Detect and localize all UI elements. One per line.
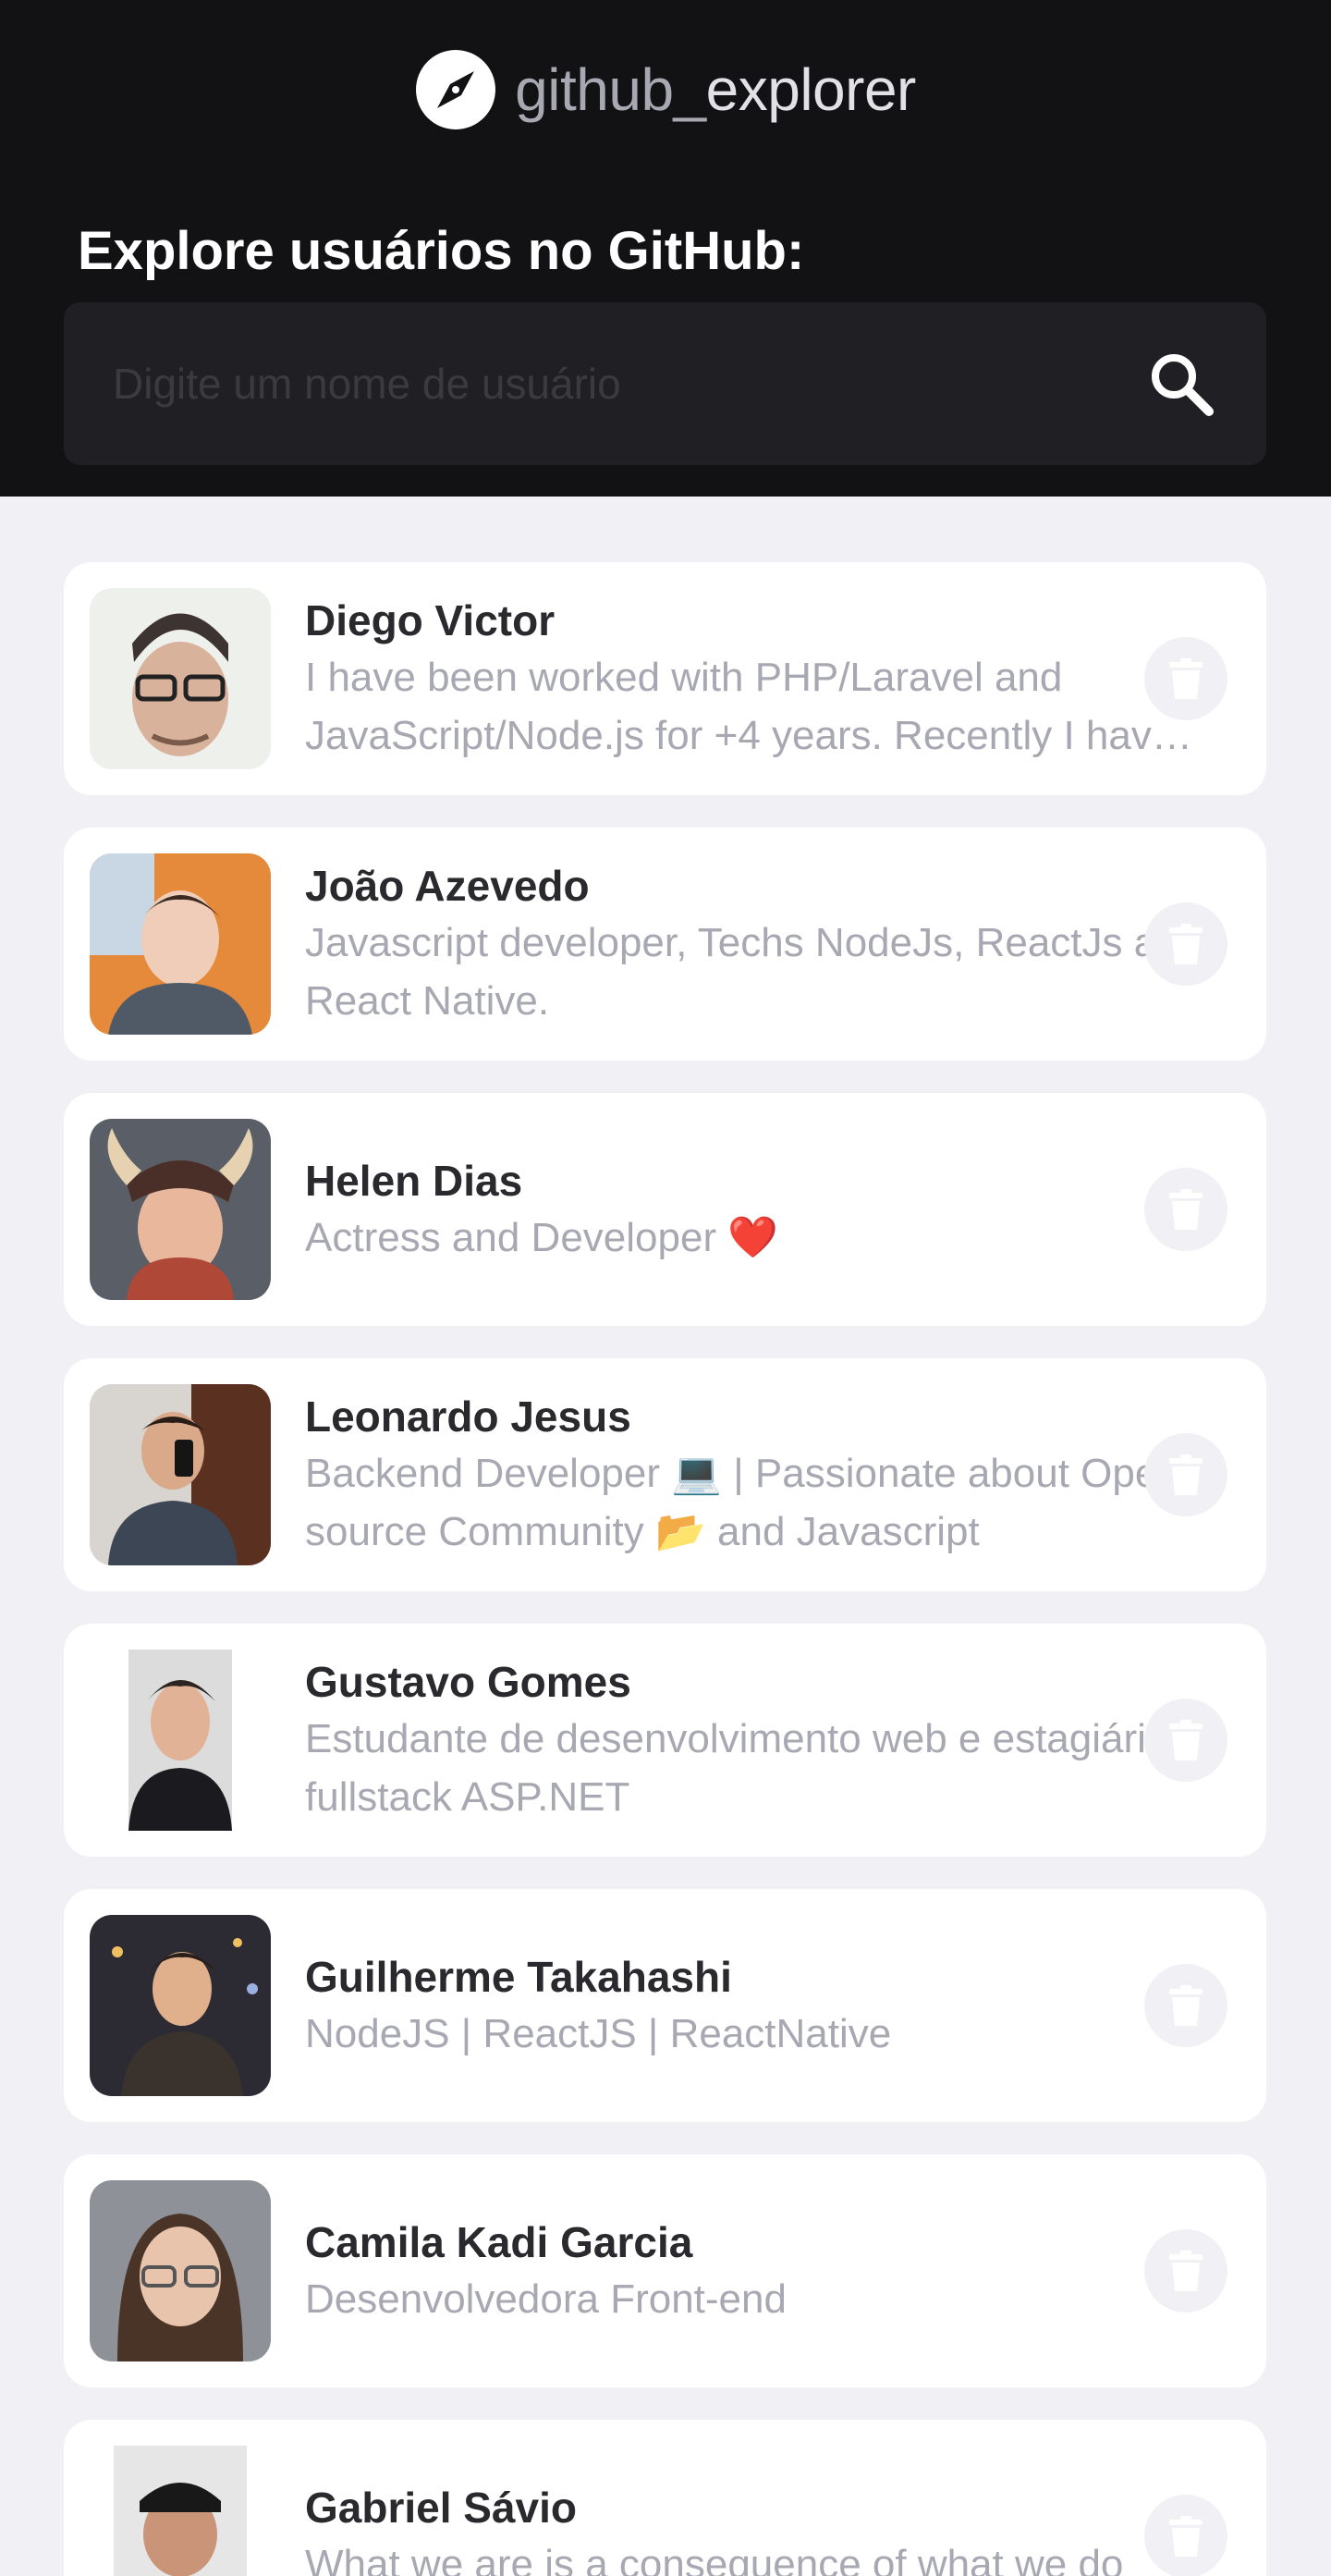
user-card[interactable]: Diego Victor I have been worked with PHP… [64,562,1266,795]
trash-icon [1169,2251,1203,2291]
user-card[interactable]: Guilherme Takahashi NodeJS | ReactJS | R… [64,1889,1266,2122]
compass-icon [416,50,496,129]
delete-button[interactable] [1144,2229,1227,2312]
delete-button[interactable] [1144,2495,1227,2576]
user-bio: Desenvolvedora Front-end [305,2275,787,2322]
user-name: Helen Dias [305,1156,523,1205]
user-bio: Backend Developer 💻 | Passionate about O… [305,1451,1180,1554]
user-card[interactable]: Gustavo Gomes Estudante de desenvolvimen… [64,1624,1266,1857]
brand-name-part1: github_ [515,56,706,123]
brand-name: github_explorer [515,49,916,130]
trash-icon [1169,1720,1203,1760]
avatar [90,1915,271,2096]
user-bio: NodeJS | ReactJS | ReactNative [305,2010,892,2056]
user-info: Guilherme Takahashi NodeJS | ReactJS | R… [305,1889,1211,2122]
user-bio: I have been worked with PHP/Laravel and … [305,655,1175,758]
avatar [90,2446,271,2576]
search-form [64,302,1266,465]
trash-icon [1169,1985,1203,2026]
page-title: Explore usuários no GitHub: [78,221,805,281]
brand: github_explorer [0,49,1331,130]
user-info: Leonardo Jesus Backend Developer 💻 | Pas… [305,1358,1211,1591]
avatar [90,853,271,1035]
user-name: Leonardo Jesus [305,1392,631,1441]
user-name: Gabriel Sávio [305,2483,578,2532]
user-bio: Actress and Developer ❤️ [305,1214,779,1260]
avatar [90,1650,271,1831]
user-card[interactable]: Gabriel Sávio What we are is a consequen… [64,2420,1266,2576]
delete-button[interactable] [1144,637,1227,720]
trash-icon [1169,2516,1203,2557]
user-bio: Javascript developer, Techs NodeJs, Reac… [305,920,1203,1024]
trash-icon [1169,1189,1203,1230]
user-name: Diego Victor [305,596,556,644]
user-info: Camila Kadi Garcia Desenvolvedora Front-… [305,2154,1211,2387]
delete-button[interactable] [1144,1699,1227,1782]
delete-button[interactable] [1144,1964,1227,2047]
user-info: Gustavo Gomes Estudante de desenvolvimen… [305,1624,1211,1857]
user-name: Gustavo Gomes [305,1658,631,1706]
user-name: Camila Kadi Garcia [305,2217,693,2266]
user-card[interactable]: Leonardo Jesus Backend Developer 💻 | Pas… [64,1358,1266,1591]
user-card[interactable]: Camila Kadi Garcia Desenvolvedora Front-… [64,2154,1266,2387]
search-input[interactable] [64,302,1127,465]
trash-icon [1169,658,1203,699]
user-name: João Azevedo [305,862,590,910]
brand-name-part2: explorer [705,56,917,123]
delete-button[interactable] [1144,1168,1227,1251]
trash-icon [1169,1454,1203,1495]
avatar [90,588,271,769]
user-info: Diego Victor I have been worked with PHP… [305,562,1211,795]
delete-button[interactable] [1144,902,1227,986]
user-card[interactable]: João Azevedo Javascript developer, Techs… [64,828,1266,1061]
search-icon[interactable] [1144,347,1218,421]
user-name: Guilherme Takahashi [305,1952,732,2001]
app-header: github_explorer Explore usuários no GitH… [0,0,1331,497]
user-list: Diego Victor I have been worked with PHP… [64,562,1266,2576]
user-bio: What we are is a consequence of what we … [305,2541,1124,2576]
user-bio: Estudante de desenvolvimento web e estag… [305,1716,1169,1820]
avatar [90,1119,271,1300]
avatar [90,2180,271,2361]
user-info: Helen Dias Actress and Developer ❤️ [305,1093,1211,1326]
trash-icon [1169,924,1203,964]
user-info: Gabriel Sávio What we are is a consequen… [305,2420,1211,2576]
avatar [90,1384,271,1565]
user-info: João Azevedo Javascript developer, Techs… [305,828,1211,1061]
user-card[interactable]: Helen Dias Actress and Developer ❤️ [64,1093,1266,1326]
delete-button[interactable] [1144,1433,1227,1516]
